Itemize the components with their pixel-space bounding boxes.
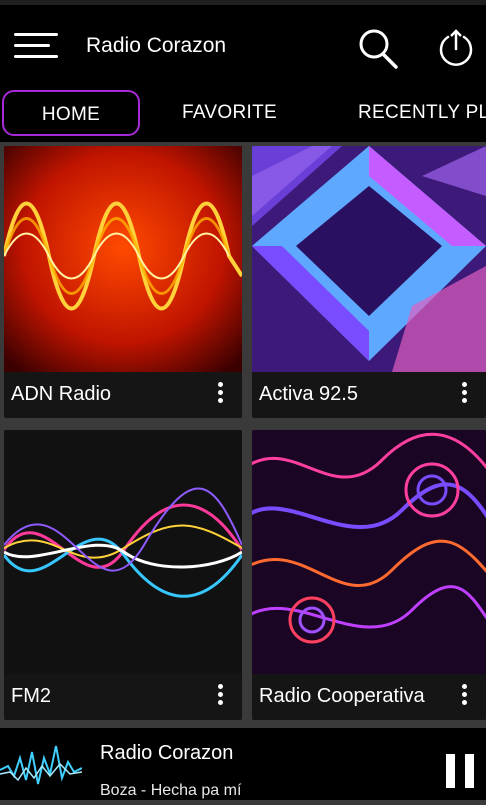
now-playing-track: Boza - Hecha pa mí (100, 782, 242, 799)
tab-bar: HOME FAVORITE RECENTLY PL (0, 86, 486, 142)
station-name: Activa 92.5 (259, 383, 358, 405)
station-card-adn-radio[interactable]: ADN Radio (4, 146, 242, 418)
mini-player[interactable]: Radio Corazon Boza - Hecha pa mí (0, 728, 486, 800)
more-options-icon[interactable] (462, 684, 468, 706)
station-artwork (4, 430, 242, 674)
tab-recently-played[interactable]: RECENTLY PL (358, 90, 486, 136)
search-icon[interactable] (356, 27, 400, 71)
station-name: ADN Radio (11, 383, 112, 405)
more-options-icon[interactable] (218, 684, 224, 706)
station-card-fm2[interactable]: FM2 (4, 430, 242, 720)
now-playing-artwork (0, 728, 83, 800)
power-icon[interactable] (436, 27, 476, 69)
station-card-radio-cooperativa[interactable]: Radio Cooperativa (252, 430, 486, 720)
now-playing-station: Radio Corazon (100, 742, 234, 764)
hamburger-menu-icon[interactable] (14, 33, 58, 61)
tab-home[interactable]: HOME (2, 90, 140, 136)
pause-button[interactable] (446, 754, 476, 788)
station-artwork (252, 430, 486, 674)
tab-favorite[interactable]: FAVORITE (182, 90, 277, 136)
more-options-icon[interactable] (218, 382, 224, 404)
station-artwork (4, 146, 242, 372)
station-name: Radio Cooperativa (259, 685, 425, 707)
more-options-icon[interactable] (462, 382, 468, 404)
app-title: Radio Corazon (86, 34, 227, 57)
top-app-bar: Radio Corazon (0, 0, 486, 86)
station-name: FM2 (11, 685, 51, 707)
station-artwork (252, 146, 486, 372)
station-card-activa[interactable]: Activa 92.5 (252, 146, 486, 418)
